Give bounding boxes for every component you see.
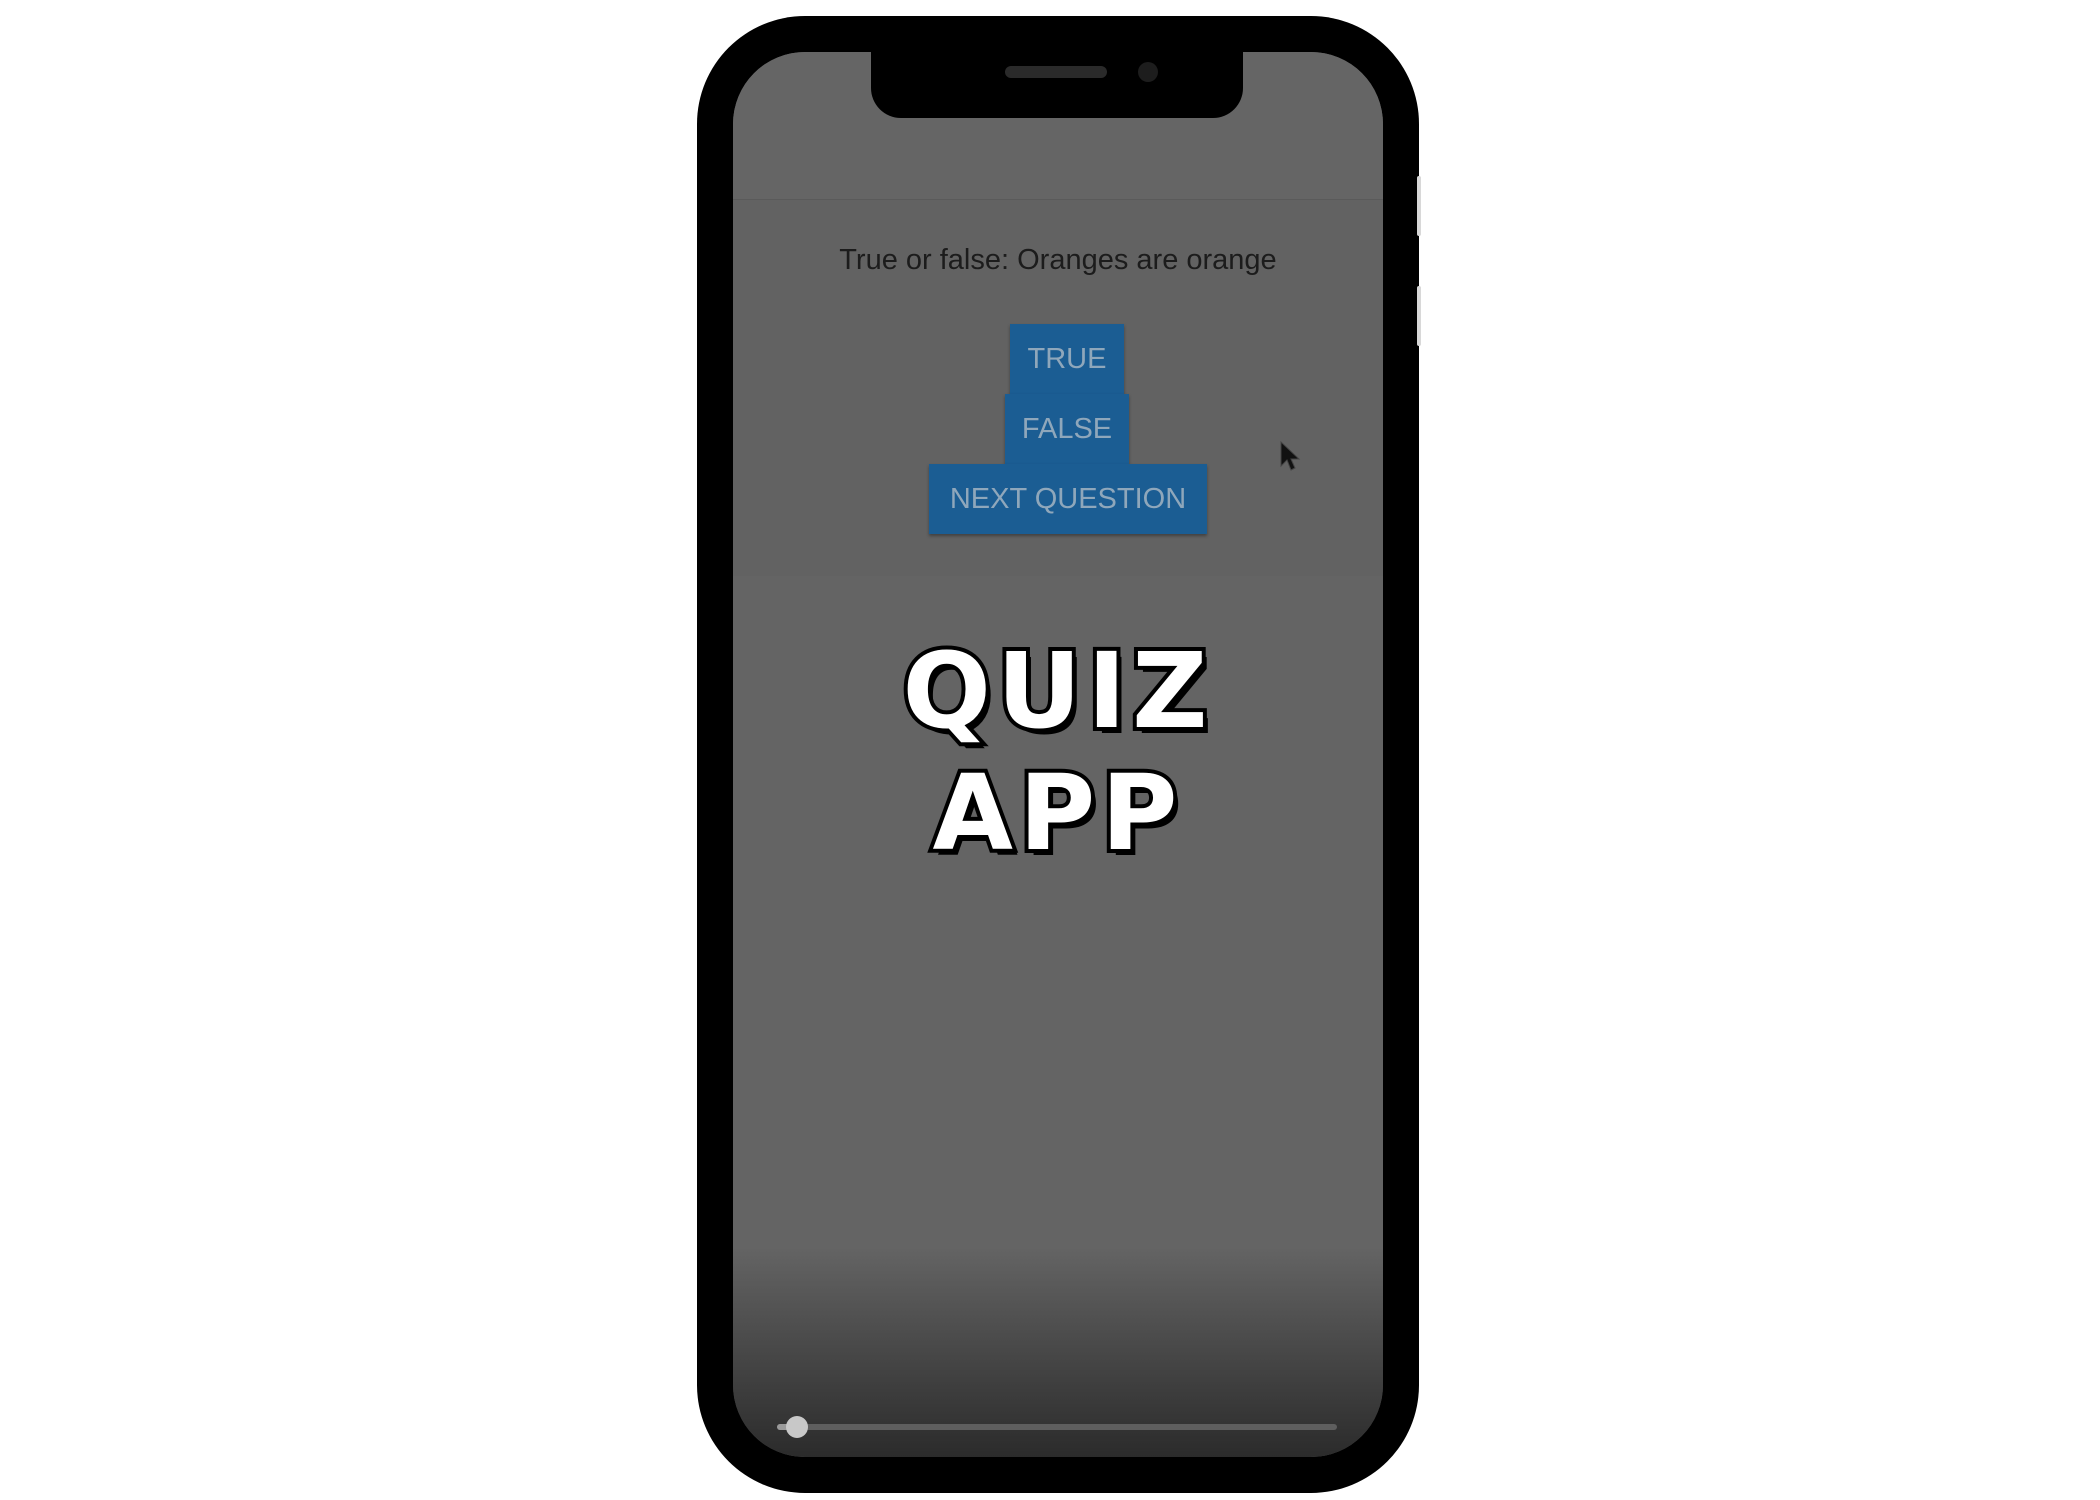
title-line-app: APP [929,748,1184,878]
front-camera [1138,62,1158,82]
phone-screen: True or false: Oranges are orange TRUE F… [733,52,1383,1457]
title-overlay: QUIZ APP [733,626,1383,878]
side-button [1417,286,1421,346]
stage: True or false: Oranges are orange TRUE F… [0,0,2100,1500]
next-question-button[interactable]: NEXT QUESTION [929,464,1207,534]
quiz-panel: True or false: Oranges are orange TRUE F… [733,200,1383,576]
speaker-grille [1005,66,1107,78]
phone-notch [871,52,1243,118]
question-text: True or false: Oranges are orange [839,244,1277,276]
false-button[interactable]: FALSE [1005,394,1129,464]
true-button[interactable]: TRUE [1010,324,1124,394]
mouse-cursor-icon [1280,440,1301,471]
side-button [1417,176,1421,236]
title-line-quiz: QUIZ [899,626,1214,756]
phone-frame: True or false: Oranges are orange TRUE F… [697,16,1421,1493]
video-progress-bar[interactable] [777,1416,1337,1438]
video-progress-knob[interactable] [785,1416,808,1438]
